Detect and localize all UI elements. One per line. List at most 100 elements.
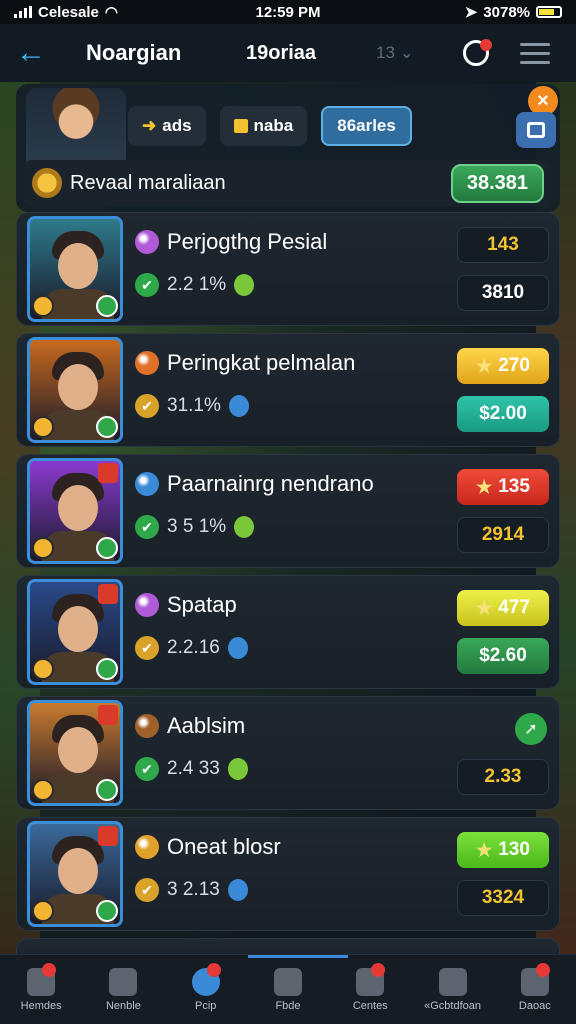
bottom-nav-item[interactable]: Daoac (494, 955, 576, 1024)
bottom-nav-label: Fbde (275, 999, 301, 1012)
trend-icon: ✔ (135, 757, 159, 781)
gem-icon (135, 593, 159, 617)
player-name: Perjogthg Pesial (167, 229, 328, 254)
trend-icon: ✔ (135, 636, 159, 660)
price-value: 3810 (481, 282, 525, 303)
class-badge-icon (32, 416, 54, 438)
bottom-nav-item[interactable]: Pcip (165, 955, 247, 1024)
tab-naba[interactable]: naba (219, 106, 308, 146)
player-name: Paarnainrg nendrano (167, 471, 374, 496)
badge-dot (206, 963, 221, 977)
player-row[interactable]: Paarnainrg nendrano ✔ 3 5 1% ★ 135 2914 (16, 454, 560, 568)
name-row: Perjogthg Pesial (135, 229, 327, 255)
stat-value: 3 5 1% (167, 516, 227, 537)
player-portrait (27, 337, 123, 443)
star-icon: ★ (476, 355, 493, 376)
star-icon: ★ (476, 839, 493, 860)
price-badge[interactable]: 2914 (457, 517, 549, 553)
bag-icon (527, 122, 545, 138)
level-badge-icon (96, 416, 118, 438)
tab-arles[interactable]: 86arles (321, 106, 412, 146)
coin-icon (227, 758, 248, 780)
price-value: $2.60 (479, 645, 527, 666)
rank-badge[interactable]: ★ 130 (457, 832, 549, 868)
player-row[interactable]: Perjogthg Pesial ✔ 2.2 1% 143 3810 (16, 212, 560, 326)
stat-value: 2.2 1% (167, 274, 227, 295)
price-value: $2.00 (479, 403, 527, 424)
level-badge-icon (96, 295, 118, 317)
bottom-nav-label: Nenble (105, 999, 141, 1012)
menu-icon[interactable] (520, 42, 550, 64)
player-name: Spatap (167, 592, 237, 617)
bottom-nav-item[interactable]: «Gcbtdfoan (411, 955, 493, 1024)
notification-button[interactable] (456, 33, 496, 73)
player-portrait (27, 216, 123, 322)
summary-value[interactable]: 38.381 (450, 163, 544, 203)
bottom-nav-label: «Gcbtdfoan (424, 999, 481, 1012)
bottom-nav: Hemdes Nenble Pcip Fbde Centes «Gcbtdfoa… (0, 954, 576, 1024)
battery-percent: 3078% (483, 3, 531, 21)
stat-row: ✔ 31.1% (135, 394, 249, 418)
tab-ads[interactable]: ➜ ads (128, 106, 206, 146)
rank-badge[interactable]: ★ 135 (457, 469, 549, 505)
level-badge-icon (96, 779, 118, 801)
stat-row: ✔ 3 5 1% (135, 515, 255, 539)
player-name: Aablsim (167, 713, 246, 738)
player-name: Peringkat pelmalan (167, 350, 356, 375)
player-row[interactable]: Oneat blosr ✔ 3 2.13 ★ 130 3324 (16, 817, 560, 931)
stat-row: ✔ 2.2.16 (135, 636, 248, 660)
bolt-icon: ➜ (142, 116, 157, 135)
price-badge[interactable]: 3810 (457, 275, 549, 311)
name-row: Paarnainrg nendrano (135, 471, 374, 497)
count-dropdown[interactable]: 13 ⌄ (376, 43, 436, 63)
price-badge[interactable]: $2.60 (457, 638, 549, 674)
bottom-nav-label: Pcip (195, 999, 217, 1012)
level-badge-icon (96, 658, 118, 680)
summary-row: Revaal maraliaan 38.381 (24, 160, 552, 206)
player-row[interactable]: Spatap ✔ 2.2.16 ★ 477 $2.60 (16, 575, 560, 689)
rank-badge[interactable]: 143 (457, 227, 549, 263)
player-row[interactable]: Aablsim ✔ 2.4 33 ➚ 2.33 (16, 696, 560, 810)
bottom-nav-label: Hemdes (20, 999, 62, 1012)
status-bar: Celesale ◠ 12:59 PM ➤ 3078% (0, 0, 576, 24)
gem-icon (135, 351, 159, 375)
rank-value: 143 (487, 234, 519, 255)
name-row: Spatap (135, 592, 237, 618)
shop-button[interactable] (516, 112, 556, 148)
price-badge[interactable]: 3324 (457, 880, 549, 916)
star-icon: ★ (476, 476, 493, 497)
class-badge-icon (32, 900, 54, 922)
bottom-nav-label: Centes (352, 999, 388, 1012)
name-row: Oneat blosr (135, 834, 281, 860)
summary-label: Revaal maraliaan (70, 171, 226, 194)
bottom-nav-item[interactable]: Nenble (82, 955, 164, 1024)
rank-badge[interactable]: ★ 270 (457, 348, 549, 384)
stat-row: ✔ 2.4 33 (135, 757, 248, 781)
location-icon: ➤ (464, 4, 478, 21)
bottom-nav-item[interactable]: Fbde (247, 955, 329, 1024)
top-nav: ← Noargian 19oriaa 13 ⌄ (0, 24, 576, 82)
bottom-nav-label: Daoac (518, 999, 551, 1012)
status-time: 12:59 PM (255, 3, 321, 21)
alert-badge-icon (98, 463, 118, 483)
player-portrait (27, 579, 123, 685)
star-icon: ★ (476, 597, 493, 618)
bottom-nav-item[interactable]: Centes (329, 955, 411, 1024)
action-arrow-icon[interactable]: ➚ (515, 713, 547, 745)
wifi-icon: ◠ (104, 4, 118, 21)
price-badge[interactable]: $2.00 (457, 396, 549, 432)
price-badge[interactable]: 2.33 (457, 759, 549, 795)
signal-icon (14, 6, 32, 18)
trend-icon: ✔ (135, 515, 159, 539)
price-value: 3324 (481, 887, 525, 908)
price-value: 2.33 (484, 766, 522, 787)
player-portrait (27, 458, 123, 564)
player-row[interactable]: Peringkat pelmalan ✔ 31.1% ★ 270 $2.00 (16, 333, 560, 447)
bottom-nav-item[interactable]: Hemdes (0, 955, 82, 1024)
rank-badge[interactable]: ★ 477 (457, 590, 549, 626)
player-portrait (27, 821, 123, 927)
medal-icon (32, 168, 62, 198)
battery-icon (536, 6, 563, 18)
stat-value: 2.4 33 (167, 758, 220, 779)
back-arrow-icon[interactable]: ← (16, 36, 66, 70)
